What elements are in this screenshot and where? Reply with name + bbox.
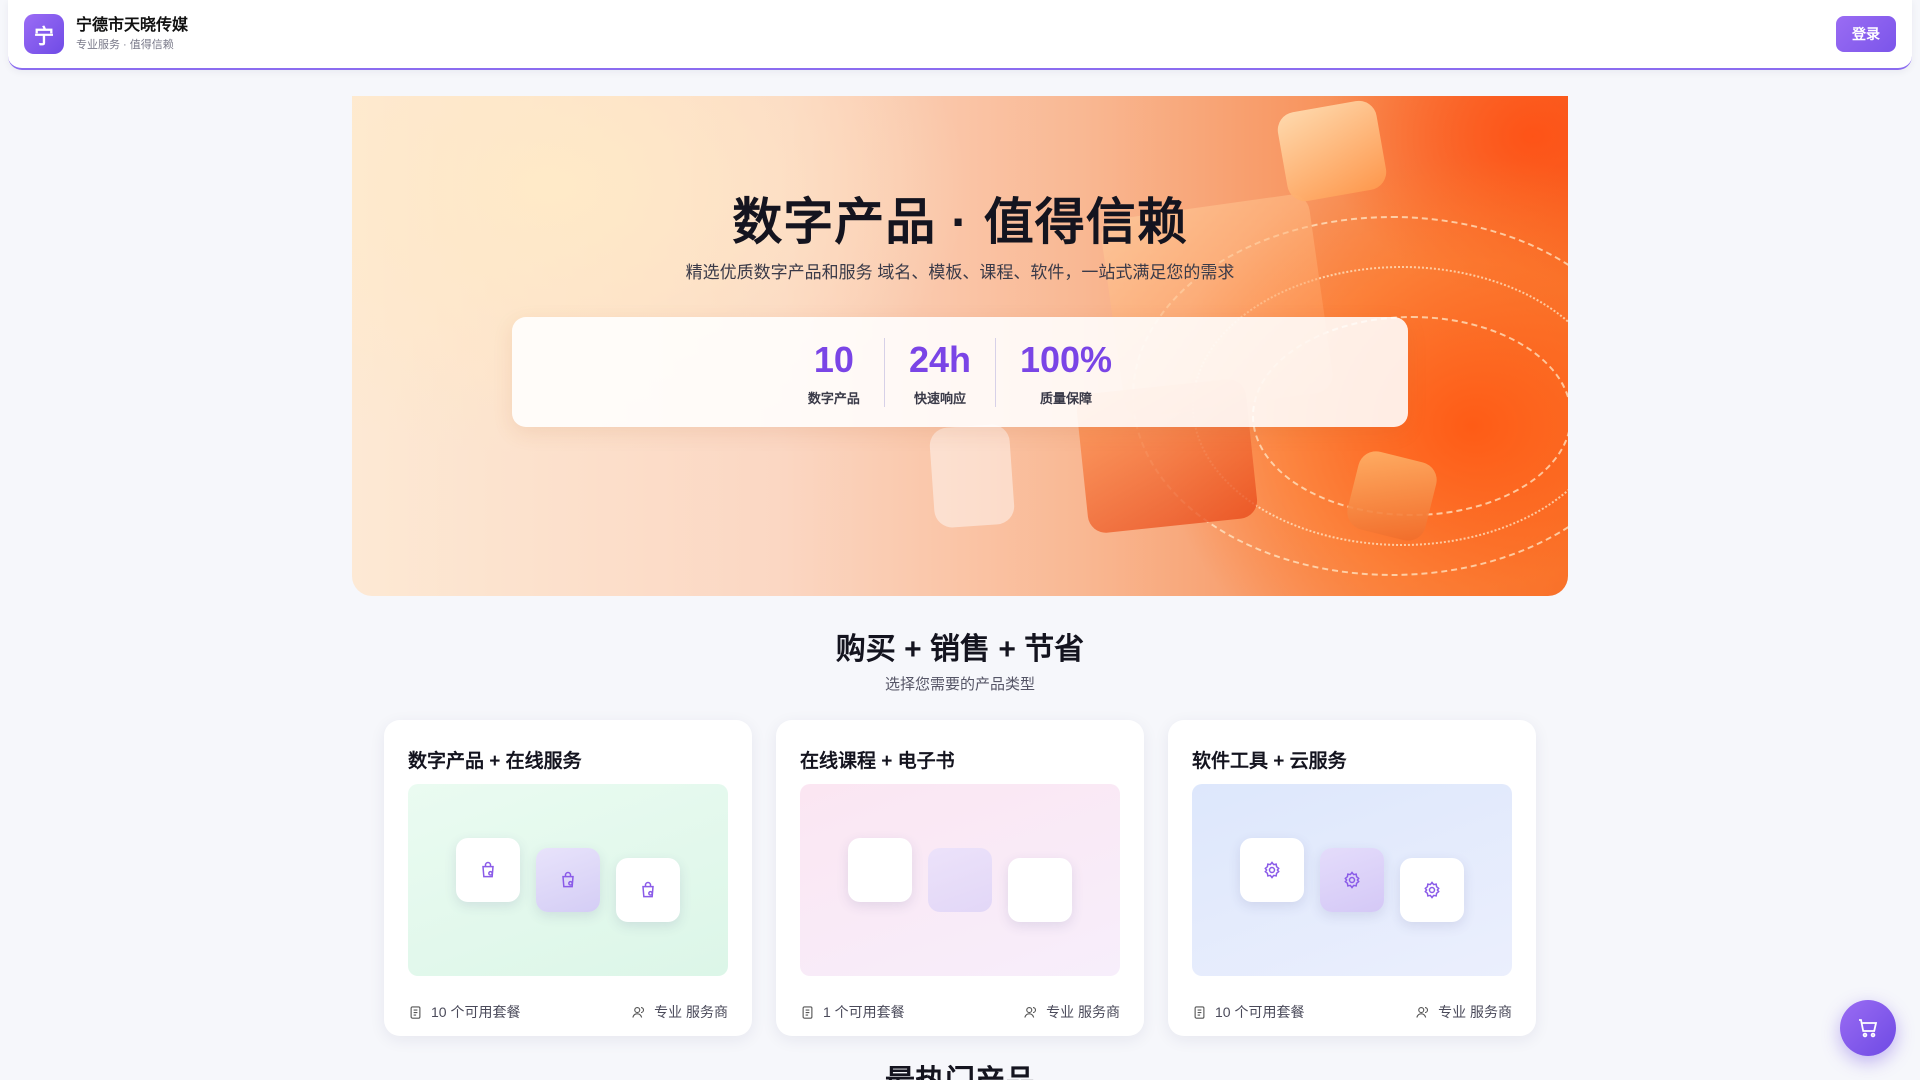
- document-icon: [802, 1005, 813, 1019]
- provider-label: 专业 服务商: [654, 1004, 728, 1020]
- packages-info: 10 个可用套餐: [408, 1002, 520, 1022]
- stat-products: 10 数字产品: [784, 338, 884, 407]
- card-title: 在线课程 + 电子书: [800, 751, 955, 772]
- packages-count: 10 个可用套餐: [431, 1004, 521, 1020]
- user-icon: [1024, 1006, 1037, 1018]
- stat-label: 数字产品: [807, 390, 860, 406]
- category-card-digital[interactable]: 数字产品 + 在线服务 10 个可用套餐 专业 服务商: [384, 720, 752, 1036]
- blank-tile: [848, 838, 912, 902]
- card-title: 数字产品 + 在线服务: [408, 751, 582, 772]
- packages-count: 10 个可用套餐: [1215, 1004, 1305, 1020]
- brand-text: 宁德市天晓传媒 专业服务 · 值得信赖: [76, 16, 188, 52]
- packages-count: 1 个可用套餐: [823, 1004, 905, 1020]
- settings-gear-icon: [1400, 858, 1464, 922]
- shopping-bag-icon: [616, 858, 680, 922]
- provider-info: 专业 服务商: [631, 1002, 728, 1022]
- hero-title: 数字产品 · 值得信赖: [732, 194, 1188, 250]
- shopping-bag-icon: [456, 838, 520, 902]
- company-name: 宁德市天晓传媒: [76, 17, 189, 34]
- settings-gear-icon: [1320, 848, 1384, 912]
- stat-value: 24h: [908, 338, 971, 380]
- card-title: 软件工具 + 云服务: [1192, 751, 1347, 772]
- card-visual: [408, 784, 728, 976]
- packages-info: 10 个可用套餐: [1192, 1002, 1304, 1022]
- provider-label: 专业 服务商: [1046, 1004, 1120, 1020]
- next-section-title: 最热门产品: [0, 1064, 1920, 1080]
- hero-subtitle: 精选优质数字产品和服务 域名、模板、课程、软件，一站式满足您的需求: [685, 263, 1235, 282]
- brand[interactable]: 宁 宁德市天晓传媒 专业服务 · 值得信赖: [24, 14, 188, 54]
- user-icon: [1416, 1006, 1429, 1018]
- blank-tile: [1008, 858, 1072, 922]
- user-icon: [632, 1006, 645, 1018]
- document-icon: [410, 1005, 421, 1019]
- shopping-cart-icon: [1859, 1019, 1878, 1038]
- card-meta: 1 个可用套餐 专业 服务商: [800, 1002, 1120, 1022]
- stats-panel: 10 数字产品 24h 快速响应 100% 质量保障: [512, 317, 1408, 427]
- category-card-software[interactable]: 软件工具 + 云服务 10 个可用套餐 专业 服务商: [1168, 720, 1536, 1036]
- card-visual: [1192, 784, 1512, 976]
- provider-info: 专业 服务商: [1415, 1002, 1512, 1022]
- provider-label: 专业 服务商: [1438, 1004, 1512, 1020]
- provider-info: 专业 服务商: [1023, 1002, 1120, 1022]
- company-tagline: 专业服务 · 值得信赖: [76, 39, 174, 51]
- stat-quality: 100% 质量保障: [994, 337, 1136, 407]
- shopping-bag-icon: [536, 848, 600, 912]
- stat-value: 10: [813, 338, 854, 380]
- card-meta: 10 个可用套餐 专业 服务商: [1192, 1002, 1512, 1022]
- cart-button[interactable]: [1840, 1000, 1896, 1056]
- packages-info: 1 个可用套餐: [800, 1002, 905, 1022]
- section-title: 购买 + 销售 + 节省: [835, 633, 1085, 666]
- stat-value: 100%: [1019, 338, 1113, 380]
- stat-label: 快速响应: [913, 390, 966, 406]
- card-visual: [800, 784, 1120, 976]
- blank-tile: [928, 848, 992, 912]
- document-icon: [1194, 1005, 1205, 1019]
- card-meta: 10 个可用套餐 专业 服务商: [408, 1002, 728, 1022]
- hero-banner: 数字产品 · 值得信赖 精选优质数字产品和服务 域名、模板、课程、软件，一站式满…: [352, 96, 1568, 596]
- decor-doc-tile: [928, 423, 1016, 529]
- stat-response: 24h 快速响应: [883, 337, 995, 407]
- section-subtitle: 选择您需要的产品类型: [884, 676, 1035, 693]
- login-button[interactable]: 登录: [1836, 16, 1896, 52]
- category-card-courses[interactable]: 在线课程 + 电子书 1 个可用套餐 专业 服务商: [776, 720, 1144, 1036]
- top-header: 宁 宁德市天晓传媒 专业服务 · 值得信赖 登录: [8, 0, 1912, 70]
- settings-gear-icon: [1240, 838, 1304, 902]
- logo: 宁: [24, 14, 64, 54]
- stat-label: 质量保障: [1040, 390, 1093, 406]
